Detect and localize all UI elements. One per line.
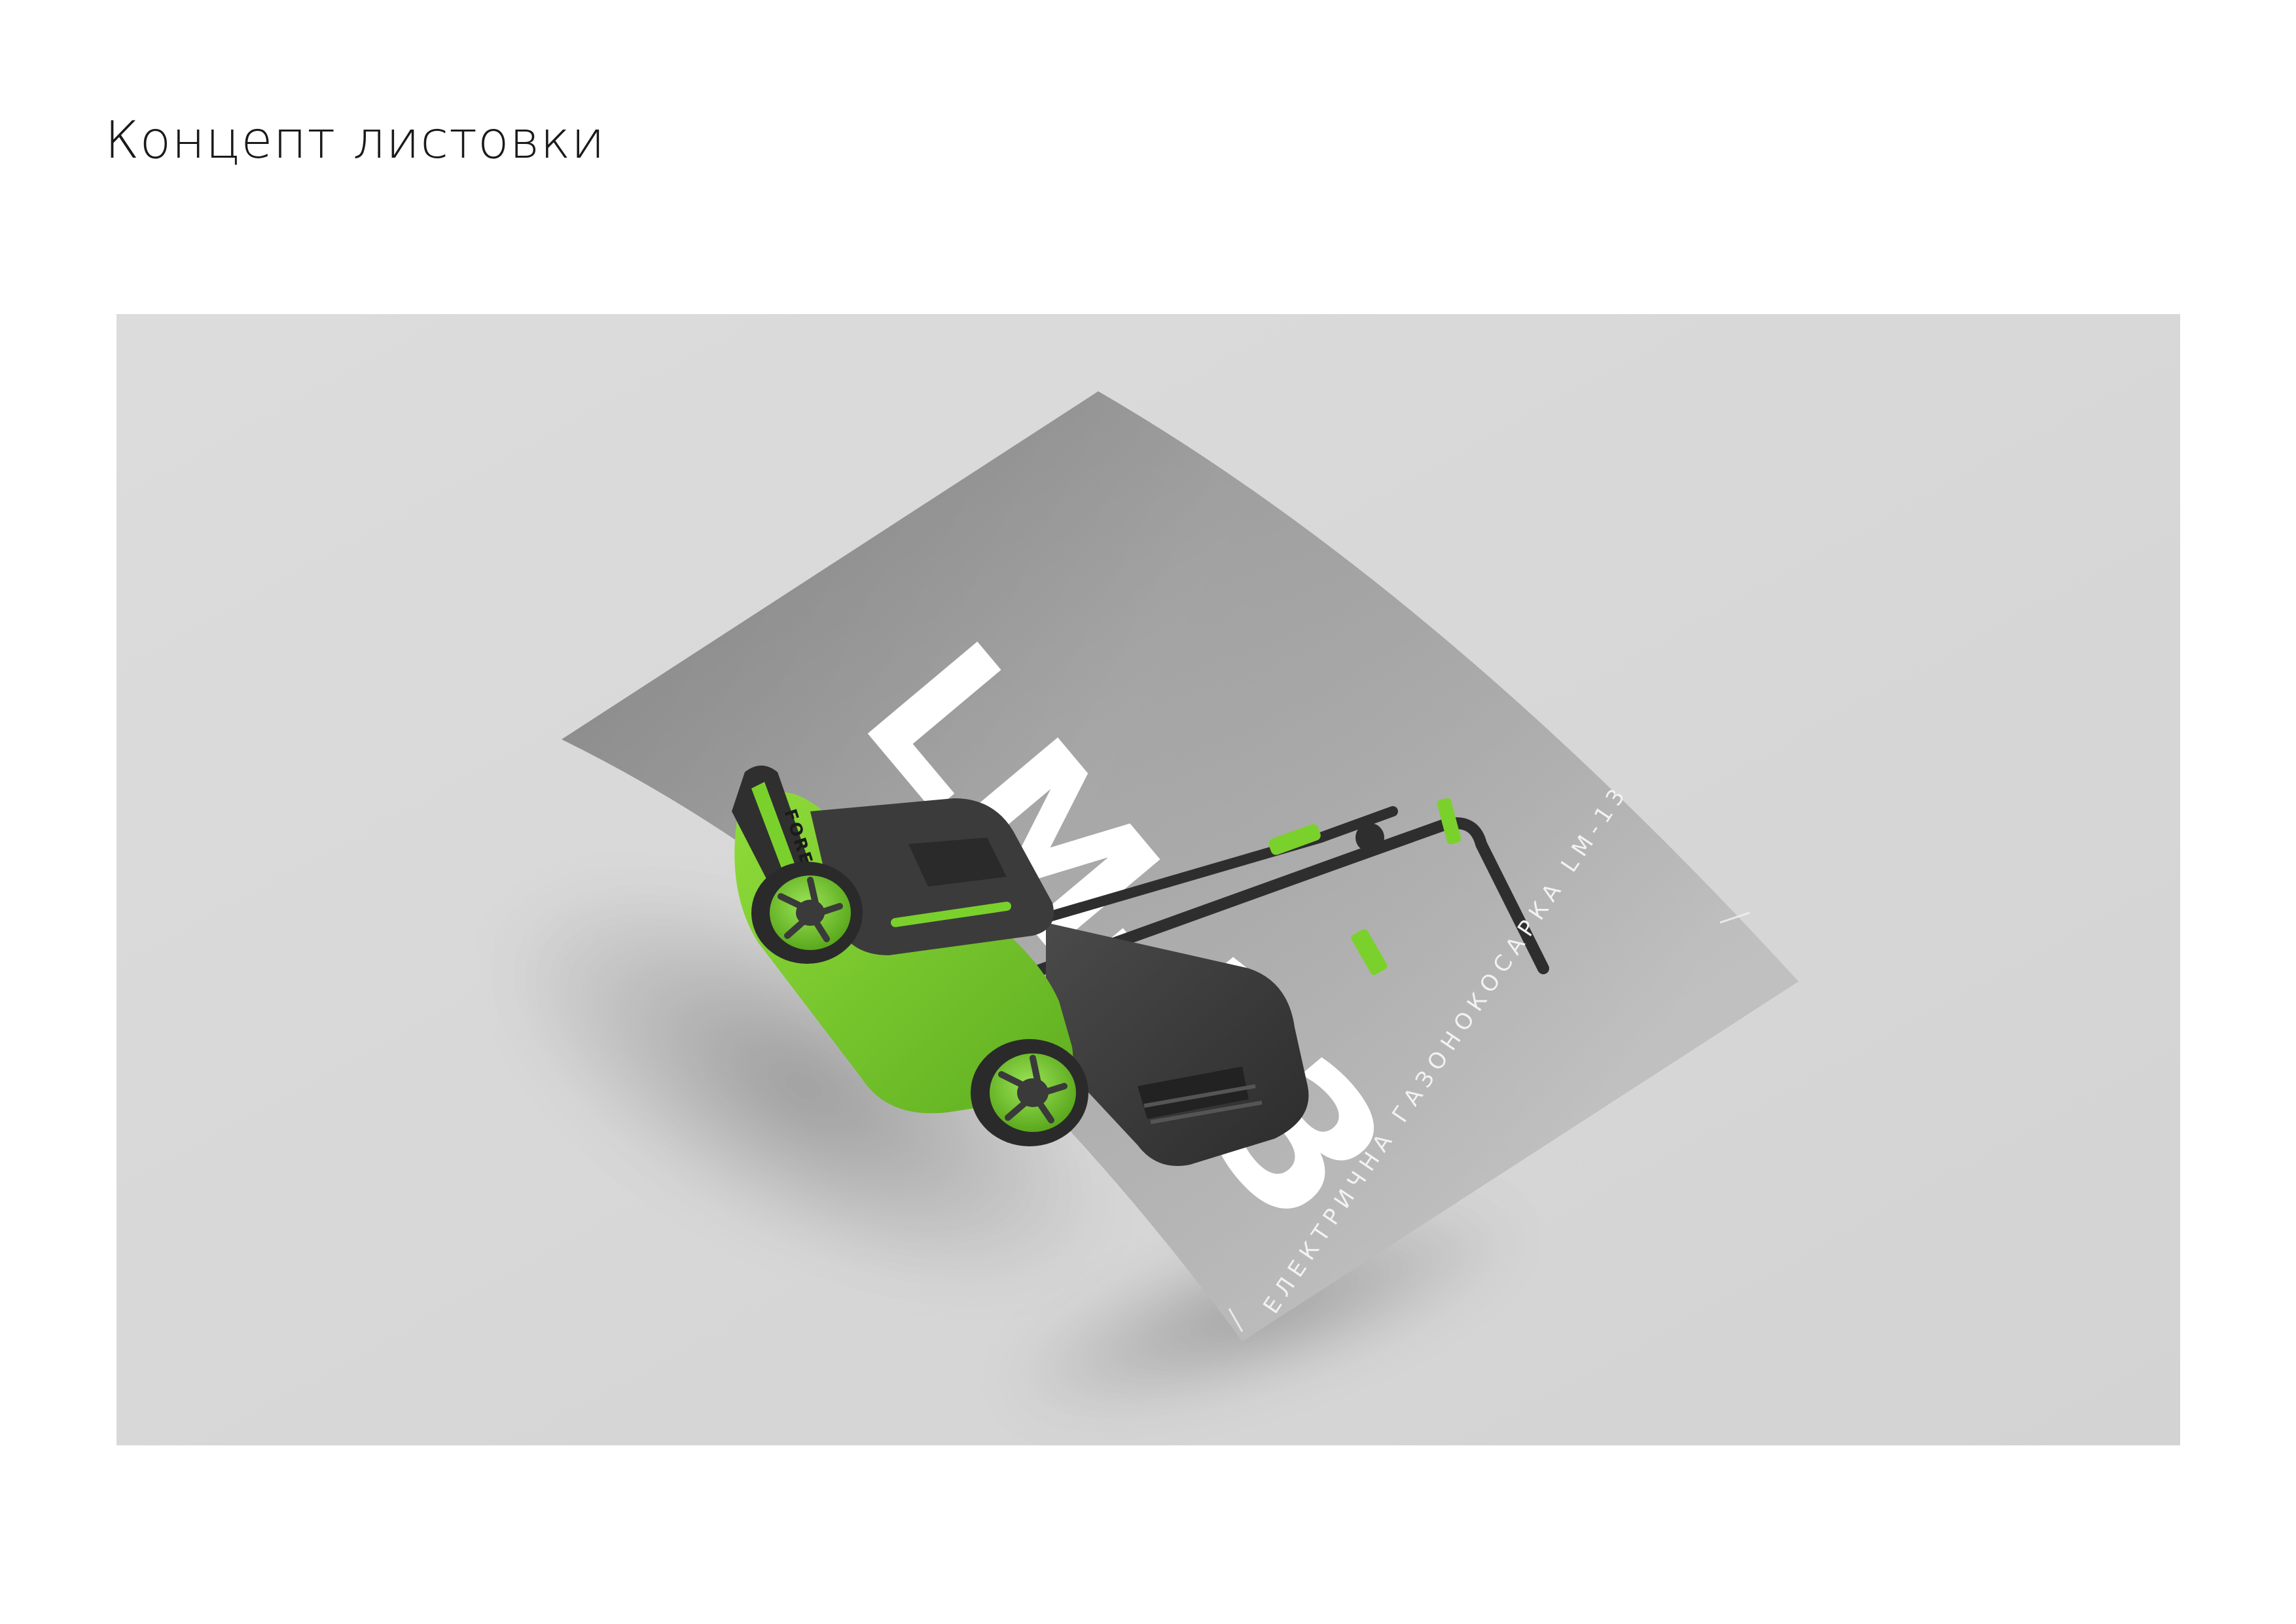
flyer-mockup-svg: LM-13 FORESTA ЕЛЕКТРИЧНА ГАЗОНОКОСАРКА L… <box>117 314 2180 1445</box>
page: Концепт листовки LM-13 FORESTA ЕЛЕКТРИЧН… <box>0 0 2296 1624</box>
page-title: Концепт листовки <box>105 111 605 170</box>
flyer-mockup-image: LM-13 FORESTA ЕЛЕКТРИЧНА ГАЗОНОКОСАРКА L… <box>117 314 2180 1445</box>
rear-wheel <box>751 862 863 964</box>
front-wheel <box>971 1039 1088 1146</box>
